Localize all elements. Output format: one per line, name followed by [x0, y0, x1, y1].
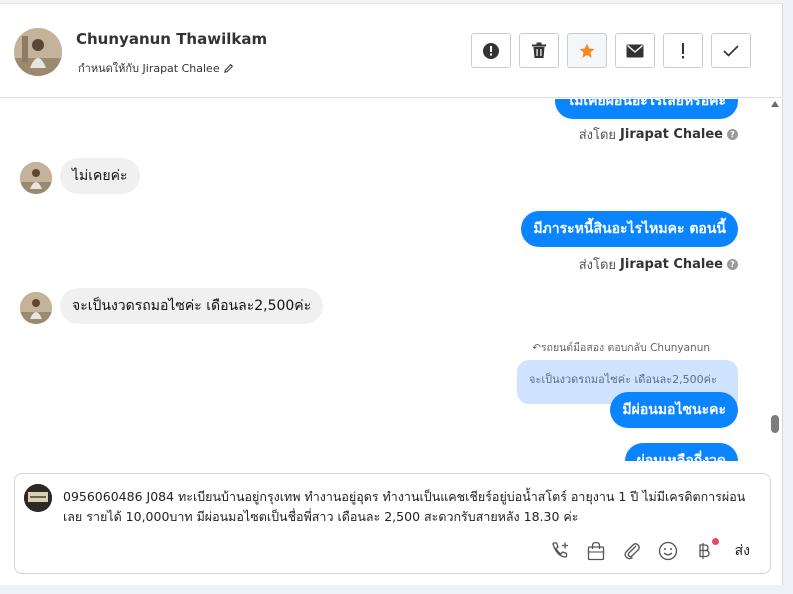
agent-avatar [24, 484, 52, 512]
scrollbar[interactable] [767, 99, 783, 465]
exclamation-icon [680, 42, 686, 59]
sent-by-name: Jirapat Chalee [620, 257, 723, 272]
contact-avatar-small[interactable] [20, 162, 52, 194]
sent-by-prefix: ส่งโดย [578, 128, 617, 143]
mark-done-button[interactable] [711, 33, 751, 68]
outgoing-message: ไม่เคยผ่อนอะไรเลยหรือคะ [555, 99, 738, 119]
contact-name: Chunyanun Thawilkam [76, 30, 268, 48]
contact-avatar[interactable] [14, 28, 62, 76]
message-list[interactable]: ไม่เคยผ่อนอะไรเลยหรือคะ ส่งโดย Jirapat C… [0, 99, 766, 461]
trash-icon [531, 42, 547, 59]
mark-spam-button[interactable] [471, 33, 511, 68]
composer-tools: ส่ง [549, 538, 750, 562]
star-icon [578, 42, 596, 60]
outgoing-message: มีผ่อนมอไซนะคะ [610, 392, 738, 428]
alert-circle-icon [482, 42, 500, 60]
baht-icon[interactable] [693, 538, 719, 562]
pencil-icon[interactable] [223, 63, 234, 74]
star-button[interactable] [567, 33, 607, 68]
incoming-message: ไม่เคยค่ะ [60, 158, 140, 194]
assignee[interactable]: กำหนดให้กับ Jirapat Chalee [78, 59, 234, 77]
conversation-panel: Chunyanun Thawilkam กำหนดให้กับ Jirapat … [0, 0, 783, 585]
delete-button[interactable] [519, 33, 559, 68]
scroll-thumb[interactable] [771, 415, 779, 433]
sent-by-label: ส่งโดย Jirapat Chalee ? [579, 254, 738, 275]
scroll-up-arrow-icon[interactable] [771, 101, 779, 107]
mark-important-button[interactable] [663, 33, 703, 68]
incoming-message: จะเป็นงวดรถมอไซค่ะ เดือนละ2,500ค่ะ [60, 288, 324, 324]
envelope-icon [626, 44, 644, 58]
question-icon[interactable]: ? [727, 129, 738, 140]
sent-by-label: ส่งโดย Jirapat Chalee ? [579, 124, 738, 145]
outgoing-message: ผ่อนเหลือกี่งวด [624, 443, 738, 461]
sent-by-prefix: ส่งโดย [578, 258, 617, 273]
question-icon[interactable]: ? [727, 259, 738, 270]
message-input[interactable]: 0956060486 J084 ทะเบียนบ้านอยู่กรุงเทพ ท… [63, 487, 763, 527]
mark-unread-button[interactable] [615, 33, 655, 68]
check-icon [723, 44, 739, 57]
shopping-bag-icon[interactable] [585, 540, 607, 562]
outgoing-message: มีภาระหนี้สินอะไรไหมคะ ตอนนี้ [521, 211, 738, 247]
conversation-header: Chunyanun Thawilkam กำหนดให้กับ Jirapat … [0, 4, 783, 98]
send-button[interactable]: ส่ง [735, 540, 750, 562]
reply-meta: ↶รถยนต์มือสอง ตอบกลับ Chunyanun [532, 342, 710, 354]
sent-by-name: Jirapat Chalee [620, 127, 723, 142]
assignee-label: กำหนดให้กับ Jirapat Chalee [78, 62, 220, 75]
contact-avatar-small[interactable] [20, 292, 52, 324]
conversation-toolbar [471, 33, 751, 68]
emoji-icon[interactable] [657, 540, 679, 562]
phone-add-icon[interactable] [549, 540, 571, 562]
message-composer: 0956060486 J084 ทะเบียนบ้านอยู่กรุงเทพ ท… [14, 473, 771, 574]
paperclip-icon[interactable] [621, 540, 643, 562]
notification-dot [711, 538, 719, 545]
